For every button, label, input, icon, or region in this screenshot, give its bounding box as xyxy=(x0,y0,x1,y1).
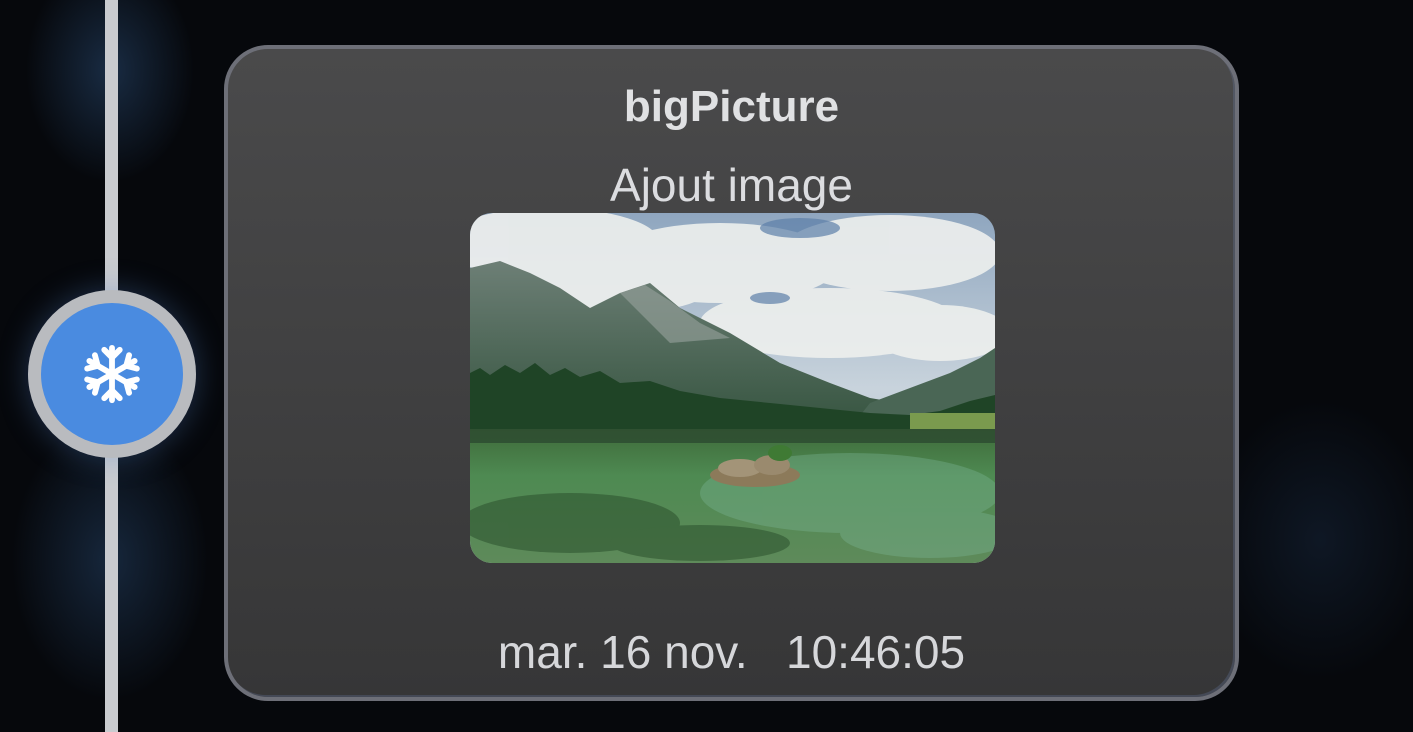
notification-date: mar. 16 nov. xyxy=(497,626,748,678)
snowflake-icon xyxy=(81,343,143,405)
notification-title: bigPicture xyxy=(623,82,840,131)
timeline-node[interactable] xyxy=(28,290,196,458)
notification-time: 10:46:05 xyxy=(786,626,966,678)
notification-card[interactable]: bigPicture Ajout image mar. 16 nov. 10:4… xyxy=(224,45,1239,701)
notification-timestamp: mar. 16 nov. 10:46:05 xyxy=(228,629,1235,675)
notification-image[interactable] xyxy=(470,213,995,563)
notification-text: Ajout image xyxy=(610,159,853,211)
timeline-screen: bigPicture Ajout image mar. 16 nov. 10:4… xyxy=(0,0,1413,732)
timeline-node-badge xyxy=(41,303,183,445)
